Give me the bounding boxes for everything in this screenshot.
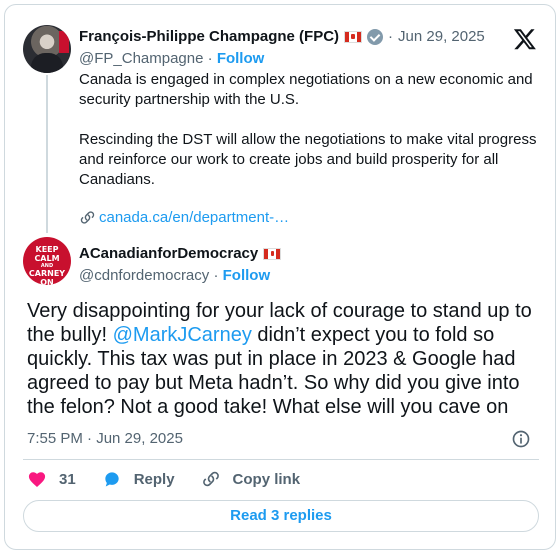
link-icon: [202, 471, 219, 487]
avatar-flag: [59, 31, 69, 53]
author-handle[interactable]: @FP_Champagne: [79, 50, 203, 67]
reply-button[interactable]: Reply: [102, 469, 175, 489]
mention-link[interactable]: @MarkJCarney: [113, 324, 252, 346]
quoted-paragraph: Rescinding the DST will allow the negoti…: [79, 131, 537, 188]
reply-handle-row: @cdnfordemocracy · Follow: [79, 267, 270, 284]
info-icon[interactable]: [511, 429, 531, 449]
x-logo-icon[interactable]: [513, 27, 537, 51]
link-text[interactable]: canada.ca/en/department-…: [99, 209, 289, 226]
like-button[interactable]: 31: [27, 469, 76, 489]
avatar-text: ON: [40, 278, 54, 285]
thread-line: [46, 75, 48, 233]
quoted-handle-row: @FP_Champagne · Follow: [79, 50, 264, 67]
separator-dot: ·: [207, 50, 213, 67]
author-handle[interactable]: @cdnfordemocracy: [79, 267, 209, 284]
read-replies-button[interactable]: Read 3 replies: [23, 500, 539, 532]
speech-bubble-icon: [105, 472, 119, 487]
author-name[interactable]: ACanadianforDemocracy: [79, 245, 258, 262]
heart-icon: [28, 472, 46, 487]
tweet-text: Very disappointing for your lack of cour…: [27, 299, 547, 419]
reply-label: Reply: [133, 470, 175, 488]
post-date[interactable]: Jun 29, 2025: [398, 28, 485, 45]
separator-dot: ·: [388, 28, 394, 45]
tweet-embed-card: François-Philippe Champagne (FPC) · Jun …: [4, 4, 556, 550]
quoted-tweet-text: Canada is engaged in complex negotiation…: [79, 70, 549, 210]
like-count: 31: [59, 470, 76, 488]
avatar-text: CARNEY: [28, 269, 66, 278]
reply-author-row: ACanadianforDemocracy: [79, 245, 282, 262]
avatar[interactable]: KEEP CALM AND CARNEY ON: [23, 237, 71, 285]
action-bar: 31 Reply Copy link: [27, 469, 326, 489]
follow-button[interactable]: Follow: [217, 50, 265, 67]
avatar-text: CALM: [34, 254, 60, 263]
canada-flag-icon: [344, 30, 363, 43]
quoted-link[interactable]: canada.ca/en/department-…: [79, 209, 289, 226]
avatar-figure: [31, 53, 63, 73]
copy-link-button[interactable]: Copy link: [201, 469, 301, 489]
quoted-author-row: François-Philippe Champagne (FPC) · Jun …: [79, 28, 485, 45]
separator-dot: ·: [213, 267, 219, 284]
author-name[interactable]: François-Philippe Champagne (FPC): [79, 28, 339, 45]
follow-button[interactable]: Follow: [223, 267, 271, 284]
post-timestamp[interactable]: 7:55 PM · Jun 29, 2025: [27, 430, 183, 447]
link-icon: [80, 211, 95, 224]
canada-flag-icon: [263, 247, 282, 260]
copy-link-label: Copy link: [232, 470, 301, 488]
divider: [23, 459, 539, 460]
avatar[interactable]: [23, 25, 71, 73]
quoted-paragraph: Canada is engaged in complex negotiation…: [79, 71, 533, 108]
verified-badge-icon: [367, 28, 384, 45]
avatar-text: KEEP: [35, 245, 59, 254]
